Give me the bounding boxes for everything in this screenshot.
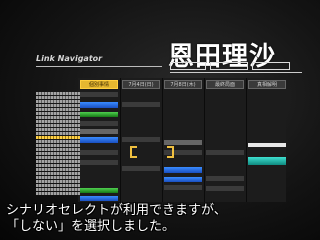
route-segment[interactable]: [164, 167, 202, 173]
route-list: [36, 92, 80, 196]
route-segment[interactable]: [80, 129, 118, 134]
route-item[interactable]: [36, 188, 80, 191]
route-item[interactable]: [36, 164, 80, 167]
route-item[interactable]: [36, 192, 80, 195]
route-segment[interactable]: [206, 150, 244, 155]
route-item[interactable]: [36, 120, 80, 123]
route-segment[interactable]: [206, 176, 244, 181]
route-item[interactable]: [36, 124, 80, 127]
route-item[interactable]: [36, 156, 80, 159]
route-item[interactable]: [36, 152, 80, 155]
route-segment[interactable]: [80, 160, 118, 165]
column-divider: [162, 78, 163, 202]
name-indicator-box: [252, 62, 290, 70]
route-segment[interactable]: [122, 102, 160, 107]
tab-july-8[interactable]: 7月8日(木): [164, 80, 202, 89]
name-indicator-box: [170, 62, 206, 70]
selection-cursor: [130, 146, 174, 158]
route-segment[interactable]: [80, 137, 118, 143]
column-divider: [120, 78, 121, 202]
route-item[interactable]: [36, 148, 80, 151]
route-item[interactable]: [36, 184, 80, 187]
app-title: Link Navigator: [36, 54, 103, 63]
name-indicator-boxes: [170, 62, 302, 72]
cursor-corner: [167, 151, 174, 158]
title-divider: [36, 66, 162, 67]
route-segment[interactable]: [248, 143, 286, 147]
tab-final-phase[interactable]: 最終局面: [206, 80, 244, 89]
route-item[interactable]: [36, 108, 80, 111]
route-segment[interactable]: [80, 188, 118, 193]
tab-july-4[interactable]: 7月4日(日): [122, 80, 160, 89]
route-segment[interactable]: [122, 166, 160, 171]
route-item[interactable]: [36, 92, 80, 95]
route-segment[interactable]: [80, 196, 118, 201]
route-item[interactable]: [36, 112, 80, 115]
route-segment[interactable]: [80, 102, 118, 108]
column-divider: [246, 78, 247, 202]
route-segment[interactable]: [122, 137, 160, 142]
route-item[interactable]: [36, 144, 80, 147]
route-item[interactable]: [36, 176, 80, 179]
subtitle-caption: シナリオセレクトが利用できますが、 「しない」を選択しました。: [0, 203, 320, 235]
cursor-corner: [130, 151, 137, 158]
route-item[interactable]: [36, 100, 80, 103]
route-item[interactable]: [36, 140, 80, 143]
route-segment[interactable]: [80, 121, 118, 126]
route-segment[interactable]: [80, 92, 118, 97]
name-underline: [170, 72, 302, 73]
route-item[interactable]: [36, 132, 80, 135]
route-item[interactable]: [36, 128, 80, 131]
route-item[interactable]: [36, 116, 80, 119]
route-item[interactable]: [36, 180, 80, 183]
tab-truth[interactable]: 真相解明: [248, 80, 286, 89]
route-segment[interactable]: [164, 177, 202, 182]
column-divider: [204, 78, 205, 202]
route-item[interactable]: [36, 104, 80, 107]
route-item[interactable]: [36, 172, 80, 175]
route-item-selected[interactable]: [36, 136, 80, 139]
subtitle-line: 「しない」を選択しました。: [6, 219, 176, 234]
name-indicator-box: [210, 62, 248, 70]
tab-individual[interactable]: 個別事情: [80, 80, 118, 89]
route-segment[interactable]: [206, 186, 244, 191]
route-segment[interactable]: [248, 157, 286, 165]
route-item[interactable]: [36, 96, 80, 99]
subtitle-line: シナリオセレクトが利用できますが、: [6, 203, 227, 218]
route-item[interactable]: [36, 160, 80, 163]
route-item[interactable]: [36, 168, 80, 171]
route-segment[interactable]: [80, 150, 118, 155]
route-segment[interactable]: [164, 185, 202, 190]
route-segment[interactable]: [164, 140, 202, 145]
route-segment[interactable]: [80, 112, 118, 117]
